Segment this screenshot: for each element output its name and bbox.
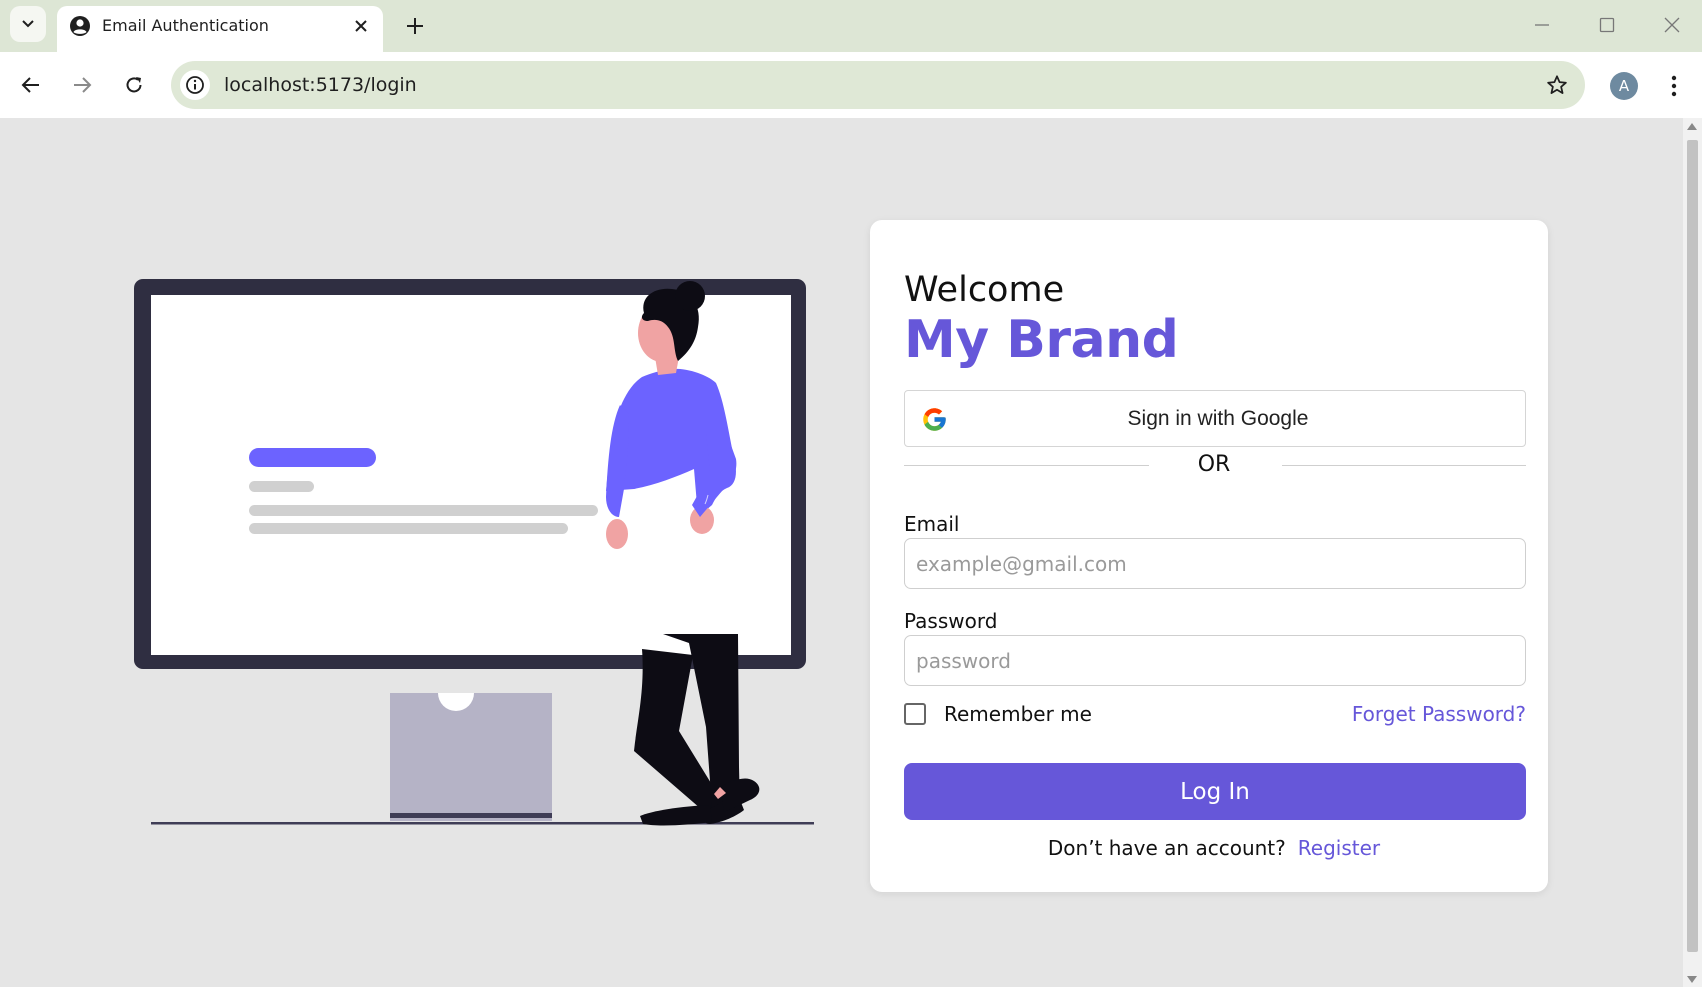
new-tab-button[interactable] bbox=[400, 11, 430, 41]
address-bar[interactable]: localhost:5173/login bbox=[171, 61, 1585, 109]
site-info-button[interactable] bbox=[180, 70, 210, 100]
star-icon bbox=[1547, 75, 1567, 94]
brand-title: My Brand bbox=[904, 310, 1179, 370]
forward-button[interactable] bbox=[64, 67, 100, 103]
arrow-right-icon bbox=[74, 77, 92, 93]
google-signin-button[interactable]: Sign in with Google bbox=[904, 390, 1526, 447]
google-signin-label: Sign in with Google bbox=[1127, 407, 1309, 430]
close-icon bbox=[1664, 17, 1680, 33]
arrow-left-icon bbox=[21, 77, 39, 93]
monitor-stand bbox=[390, 693, 552, 821]
remember-me-label[interactable]: Remember me bbox=[944, 702, 1092, 726]
url-text: localhost:5173/login bbox=[224, 74, 417, 96]
tab-title: Email Authentication bbox=[102, 16, 269, 35]
account-circle-icon bbox=[70, 16, 90, 36]
divider-right bbox=[1282, 465, 1526, 466]
password-label: Password bbox=[904, 609, 998, 633]
info-icon bbox=[186, 76, 204, 94]
register-prompt: Don’t have an account? Register bbox=[870, 822, 1558, 874]
remember-me-checkbox[interactable] bbox=[904, 703, 926, 725]
reload-icon bbox=[126, 77, 142, 93]
register-link[interactable]: Register bbox=[1298, 836, 1380, 860]
maximize-button[interactable] bbox=[1587, 12, 1627, 38]
login-button[interactable]: Log In bbox=[904, 763, 1526, 820]
page-viewport: Welcome My Brand Sign in with Google OR … bbox=[0, 118, 1683, 987]
scroll-up-arrow[interactable] bbox=[1687, 123, 1697, 130]
password-field[interactable] bbox=[904, 635, 1526, 686]
forgot-password-link[interactable]: Forget Password? bbox=[1352, 702, 1526, 726]
tab-search-button[interactable] bbox=[10, 6, 46, 42]
maximize-icon bbox=[1599, 17, 1615, 33]
page-scrollbar[interactable] bbox=[1683, 118, 1702, 987]
minimize-icon bbox=[1535, 24, 1549, 26]
email-label: Email bbox=[904, 512, 960, 536]
browser-tab[interactable]: Email Authentication bbox=[57, 6, 383, 52]
email-field[interactable] bbox=[904, 538, 1526, 589]
no-account-text: Don’t have an account? bbox=[1047, 836, 1286, 860]
login-card: Welcome My Brand Sign in with Google OR … bbox=[870, 220, 1548, 892]
back-button[interactable] bbox=[13, 67, 49, 103]
more-vert-icon bbox=[1671, 75, 1677, 97]
profile-avatar[interactable]: A bbox=[1610, 72, 1638, 100]
close-icon bbox=[355, 20, 367, 32]
reload-button[interactable] bbox=[116, 67, 152, 103]
welcome-heading: Welcome bbox=[904, 270, 1065, 310]
bookmark-button[interactable] bbox=[1543, 71, 1571, 99]
tab-close-button[interactable] bbox=[351, 16, 371, 36]
close-window-button[interactable] bbox=[1652, 12, 1692, 38]
scroll-thumb[interactable] bbox=[1687, 140, 1698, 952]
minimize-button[interactable] bbox=[1522, 12, 1562, 38]
browser-tab-bar: Email Authentication bbox=[0, 0, 1702, 52]
chevron-down-icon bbox=[22, 20, 34, 28]
browser-menu-button[interactable] bbox=[1662, 70, 1686, 102]
scroll-down-arrow[interactable] bbox=[1687, 976, 1697, 983]
browser-toolbar: localhost:5173/login A bbox=[0, 52, 1702, 118]
login-illustration bbox=[134, 279, 814, 826]
plus-icon bbox=[407, 18, 423, 34]
